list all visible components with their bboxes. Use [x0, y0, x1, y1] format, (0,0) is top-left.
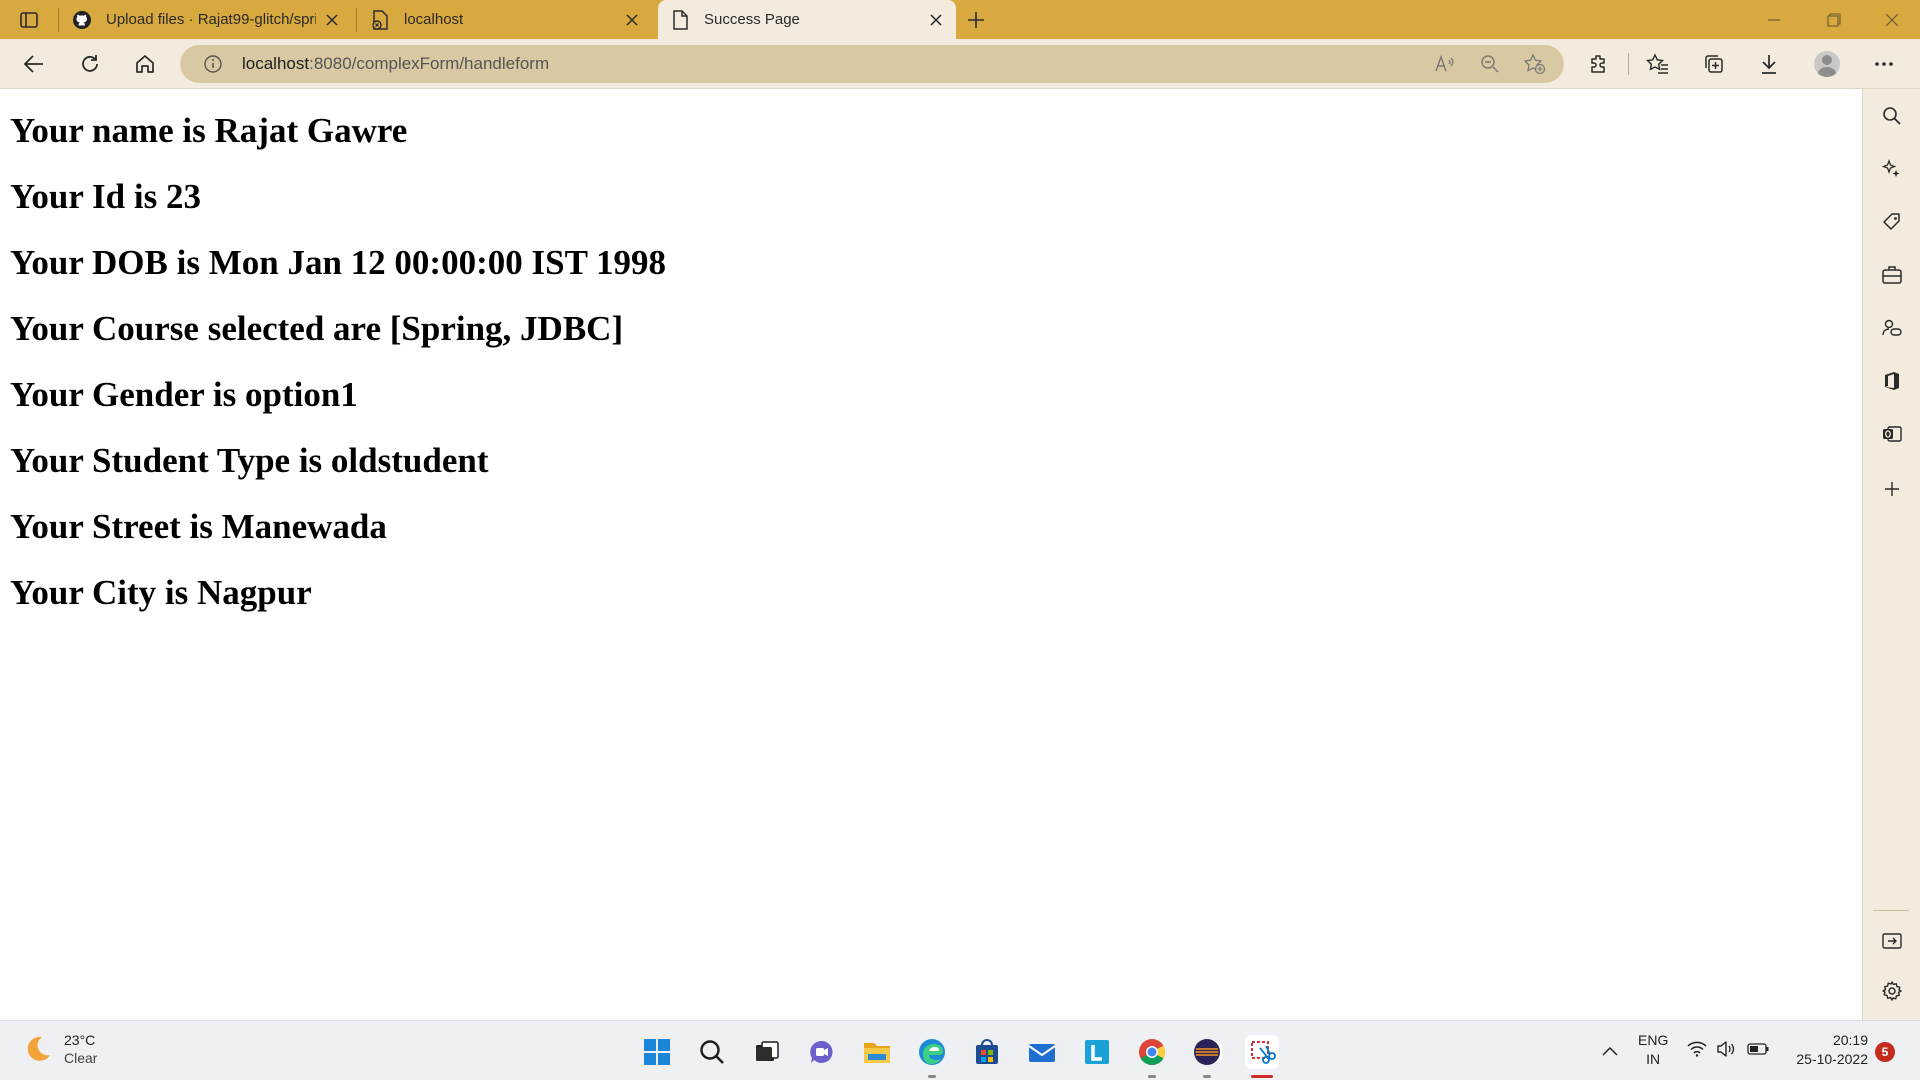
outlook-icon[interactable] [1878, 420, 1906, 448]
new-tab-icon[interactable] [964, 8, 988, 32]
favorites-icon[interactable] [1644, 50, 1672, 78]
zoom-out-icon[interactable] [1477, 51, 1503, 77]
tab-actions-menu-icon[interactable] [18, 9, 40, 31]
show-hidden-icons-icon[interactable] [1598, 1039, 1622, 1063]
toolbar-divider [1628, 53, 1629, 75]
start-icon[interactable] [640, 1035, 674, 1069]
close-tab-icon[interactable] [322, 10, 342, 30]
minimize-icon[interactable] [1762, 8, 1786, 32]
region-code: IN [1646, 1051, 1661, 1067]
system-clock[interactable]: 20:19 25-10-2022 [1790, 1031, 1868, 1069]
tab-title: Success Page [704, 11, 800, 28]
url-path: :8080/complexForm/handleform [309, 54, 550, 73]
refresh-icon[interactable] [76, 50, 104, 78]
tools-briefcase-icon[interactable] [1878, 261, 1906, 289]
weather-widget[interactable]: 23°C Clear [22, 1031, 97, 1067]
courses-line: Your Course selected are [Spring, JDBC] [10, 309, 624, 348]
eclipse-icon[interactable] [1190, 1035, 1224, 1078]
moon-icon [27, 1036, 50, 1061]
taskbar-search-icon[interactable] [695, 1035, 729, 1069]
sidebar-divider [1873, 910, 1909, 911]
weather-condition: Clear [64, 1050, 98, 1066]
page-icon [670, 9, 690, 30]
file-explorer-icon[interactable] [860, 1035, 894, 1069]
weather-temperature: 23°C [64, 1032, 96, 1048]
search-icon[interactable] [1878, 102, 1906, 130]
tab-upload-files[interactable]: Upload files · Rajat99-glitch/spri [60, 0, 352, 39]
l-app-icon[interactable] [1080, 1035, 1114, 1069]
downloads-icon[interactable] [1755, 50, 1783, 78]
edge-icon[interactable] [915, 1035, 949, 1078]
battery-icon[interactable] [1746, 1038, 1770, 1060]
home-icon[interactable] [131, 50, 159, 78]
shopping-tag-icon[interactable] [1878, 208, 1906, 236]
collections-icon[interactable] [1700, 50, 1728, 78]
language-indicator[interactable]: ENG IN [1638, 1031, 1668, 1069]
restore-icon[interactable] [1822, 8, 1846, 32]
hide-sidebar-icon[interactable] [1878, 927, 1906, 955]
snipping-tool-icon[interactable] [1245, 1035, 1279, 1078]
extensions-icon[interactable] [1585, 50, 1613, 78]
gender-line: Your Gender is option1 [10, 375, 358, 414]
student-type-line: Your Student Type is oldstudent [10, 441, 489, 480]
city-line: Your City is Nagpur [10, 573, 312, 612]
read-aloud-icon[interactable] [1432, 51, 1458, 77]
active-indicator [1251, 1075, 1273, 1078]
tab-title: localhost [404, 11, 464, 28]
volume-icon[interactable] [1715, 1038, 1737, 1060]
running-indicator [1148, 1075, 1156, 1078]
teams-chat-icon[interactable] [805, 1035, 839, 1069]
close-window-icon[interactable] [1880, 8, 1904, 32]
url-text[interactable]: localhost:8080/complexForm/handleform [242, 54, 549, 74]
discover-icon[interactable] [1878, 155, 1906, 183]
windows-taskbar: 23°C Clear ENG IN 20:19 25-10-2022 5 [0, 1020, 1920, 1080]
id-line: Your Id is 23 [10, 177, 201, 216]
tab-separator [356, 8, 357, 32]
tab-success-page[interactable]: Success Page [658, 0, 956, 39]
games-icon[interactable] [1878, 314, 1906, 342]
task-view-icon[interactable] [750, 1035, 784, 1069]
edge-sidebar [1862, 89, 1920, 1020]
github-icon [72, 10, 92, 30]
address-bar[interactable]: localhost:8080/complexForm/handleform [180, 45, 1564, 83]
more-options-icon[interactable] [1870, 50, 1898, 78]
page-error-icon [370, 9, 390, 30]
running-indicator [1203, 1075, 1211, 1078]
office-icon[interactable] [1878, 367, 1906, 395]
browser-toolbar: localhost:8080/complexForm/handleform [0, 39, 1920, 89]
notification-badge[interactable]: 5 [1875, 1042, 1895, 1062]
tab-separator [58, 8, 59, 32]
clock-time: 20:19 [1832, 1032, 1868, 1048]
back-icon[interactable] [20, 50, 48, 78]
close-tab-icon[interactable] [926, 10, 946, 30]
url-host: localhost [242, 54, 310, 73]
add-sidebar-app-icon[interactable] [1878, 475, 1906, 503]
mail-icon[interactable] [1025, 1035, 1059, 1069]
close-tab-icon[interactable] [622, 10, 642, 30]
language-code: ENG [1638, 1032, 1669, 1048]
add-favorite-icon[interactable] [1522, 51, 1548, 77]
tab-bar: Upload files · Rajat99-glitch/spri local… [0, 0, 1920, 39]
wifi-icon[interactable] [1686, 1038, 1708, 1060]
chrome-icon[interactable] [1135, 1035, 1169, 1078]
tab-title: Upload files · Rajat99-glitch/spri [106, 11, 316, 28]
store-icon[interactable] [970, 1035, 1004, 1069]
tab-localhost[interactable]: localhost [358, 0, 652, 39]
profile-avatar[interactable] [1814, 51, 1840, 77]
street-line: Your Street is Manewada [10, 507, 387, 546]
running-indicator [928, 1075, 936, 1078]
sidebar-settings-icon[interactable] [1878, 977, 1906, 1005]
clock-date: 25-10-2022 [1796, 1051, 1868, 1067]
name-line: Your name is Rajat Gawre [10, 111, 408, 150]
site-info-icon[interactable] [200, 51, 226, 77]
page-content: Your name is Rajat Gawre Your Id is 23 Y… [0, 90, 1862, 1020]
dob-line: Your DOB is Mon Jan 12 00:00:00 IST 1998 [10, 243, 667, 282]
